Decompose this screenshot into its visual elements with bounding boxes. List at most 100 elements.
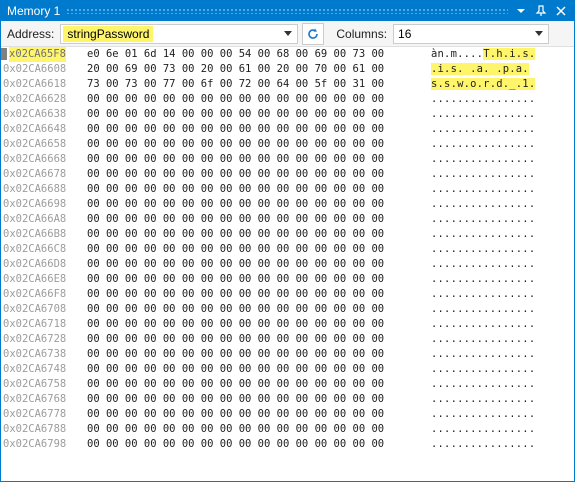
memory-row[interactable]: 0x02CA6608 20 00 69 00 73 00 20 00 61 00 … — [1, 62, 574, 77]
memory-row[interactable]: 0x02CA6778 00 00 00 00 00 00 00 00 00 00 … — [1, 407, 574, 422]
row-ascii[interactable]: ................ — [431, 437, 535, 452]
columns-dropdown-icon[interactable] — [534, 29, 544, 39]
row-ascii[interactable]: ................ — [431, 302, 535, 317]
row-hex-bytes[interactable]: 00 00 00 00 00 00 00 00 00 00 00 00 00 0… — [87, 212, 384, 227]
memory-row[interactable]: 0x02CA6798 00 00 00 00 00 00 00 00 00 00 … — [1, 437, 574, 452]
row-hex-bytes[interactable]: 00 00 00 00 00 00 00 00 00 00 00 00 00 0… — [87, 287, 384, 302]
memory-row[interactable]: x02CA65F8 e0 6e 01 6d 14 00 00 00 54 00 6… — [1, 47, 574, 62]
row-hex-bytes[interactable]: 20 00 69 00 73 00 20 00 61 00 20 00 70 0… — [87, 62, 384, 77]
row-ascii[interactable]: ................ — [431, 377, 535, 392]
memory-row[interactable]: 0x02CA6698 00 00 00 00 00 00 00 00 00 00 … — [1, 197, 574, 212]
toolbar: Address: stringPassword Columns: 16 — [1, 21, 574, 47]
memory-row[interactable]: 0x02CA66A8 00 00 00 00 00 00 00 00 00 00 … — [1, 212, 574, 227]
row-ascii[interactable]: ................ — [431, 137, 535, 152]
memory-row[interactable]: 0x02CA6628 00 00 00 00 00 00 00 00 00 00 … — [1, 92, 574, 107]
row-ascii[interactable]: ................ — [431, 227, 535, 242]
row-hex-bytes[interactable]: 00 00 00 00 00 00 00 00 00 00 00 00 00 0… — [87, 392, 384, 407]
row-hex-bytes[interactable]: 00 00 00 00 00 00 00 00 00 00 00 00 00 0… — [87, 227, 384, 242]
row-ascii[interactable]: ................ — [431, 197, 535, 212]
row-ascii[interactable]: ................ — [431, 422, 535, 437]
memory-row[interactable]: 0x02CA66B8 00 00 00 00 00 00 00 00 00 00 … — [1, 227, 574, 242]
row-ascii[interactable]: ................ — [431, 92, 535, 107]
address-value[interactable]: stringPassword — [63, 25, 154, 42]
row-ascii[interactable]: ................ — [431, 152, 535, 167]
memory-row[interactable]: 0x02CA66F8 00 00 00 00 00 00 00 00 00 00 … — [1, 287, 574, 302]
memory-row[interactable]: 0x02CA6728 00 00 00 00 00 00 00 00 00 00 … — [1, 332, 574, 347]
row-ascii[interactable]: ................ — [431, 272, 535, 287]
row-address: 0x02CA6618 — [3, 78, 67, 90]
row-ascii[interactable]: ................ — [431, 287, 535, 302]
row-hex-bytes[interactable]: 00 00 00 00 00 00 00 00 00 00 00 00 00 0… — [87, 347, 384, 362]
row-hex-bytes[interactable]: 00 00 00 00 00 00 00 00 00 00 00 00 00 0… — [87, 197, 384, 212]
row-ascii[interactable]: ................ — [431, 392, 535, 407]
row-ascii[interactable]: ................ — [431, 362, 535, 377]
row-ascii[interactable]: ................ — [431, 167, 535, 182]
row-ascii[interactable]: ................ — [431, 317, 535, 332]
row-ascii[interactable]: ................ — [431, 347, 535, 362]
memory-row[interactable]: 0x02CA6748 00 00 00 00 00 00 00 00 00 00 … — [1, 362, 574, 377]
row-ascii[interactable]: .i.s. .a. .p.a. — [431, 62, 529, 77]
row-address: 0x02CA6798 — [3, 438, 67, 450]
row-hex-bytes[interactable]: 00 00 00 00 00 00 00 00 00 00 00 00 00 0… — [87, 152, 384, 167]
row-hex-bytes[interactable]: 00 00 00 00 00 00 00 00 00 00 00 00 00 0… — [87, 182, 384, 197]
refresh-button[interactable] — [302, 22, 325, 45]
row-hex-bytes[interactable]: 00 00 00 00 00 00 00 00 00 00 00 00 00 0… — [87, 167, 384, 182]
row-ascii[interactable]: ................ — [431, 332, 535, 347]
memory-row[interactable]: 0x02CA6788 00 00 00 00 00 00 00 00 00 00 … — [1, 422, 574, 437]
row-hex-bytes[interactable]: 00 00 00 00 00 00 00 00 00 00 00 00 00 0… — [87, 302, 384, 317]
row-hex-bytes[interactable]: 00 00 00 00 00 00 00 00 00 00 00 00 00 0… — [87, 317, 384, 332]
memory-row[interactable]: 0x02CA66C8 00 00 00 00 00 00 00 00 00 00 … — [1, 242, 574, 257]
row-ascii[interactable]: ................ — [431, 212, 535, 227]
row-ascii[interactable]: ................ — [431, 242, 535, 257]
row-hex-bytes[interactable]: 00 00 00 00 00 00 00 00 00 00 00 00 00 0… — [87, 437, 384, 452]
row-hex-bytes[interactable]: 00 00 00 00 00 00 00 00 00 00 00 00 00 0… — [87, 92, 384, 107]
row-ascii[interactable]: ................ — [431, 407, 535, 422]
memory-row[interactable]: 0x02CA6768 00 00 00 00 00 00 00 00 00 00 … — [1, 392, 574, 407]
row-hex-bytes[interactable]: 00 00 00 00 00 00 00 00 00 00 00 00 00 0… — [87, 242, 384, 257]
memory-row[interactable]: 0x02CA6678 00 00 00 00 00 00 00 00 00 00 … — [1, 167, 574, 182]
dropdown-icon[interactable] — [514, 4, 528, 18]
ascii-text: ................ — [431, 198, 536, 210]
row-hex-bytes[interactable]: 00 00 00 00 00 00 00 00 00 00 00 00 00 0… — [87, 107, 384, 122]
row-ascii[interactable]: àn.m....T.h.i.s. — [431, 47, 536, 62]
address-dropdown-icon[interactable] — [283, 29, 293, 39]
memory-grid[interactable]: x02CA65F8 e0 6e 01 6d 14 00 00 00 54 00 6… — [1, 47, 574, 481]
memory-row[interactable]: 0x02CA6688 00 00 00 00 00 00 00 00 00 00 … — [1, 182, 574, 197]
memory-row[interactable]: 0x02CA6648 00 00 00 00 00 00 00 00 00 00 … — [1, 122, 574, 137]
row-hex-bytes[interactable]: 00 00 00 00 00 00 00 00 00 00 00 00 00 0… — [87, 362, 384, 377]
row-hex-bytes[interactable]: 00 00 00 00 00 00 00 00 00 00 00 00 00 0… — [87, 257, 384, 272]
memory-row[interactable]: 0x02CA6618 73 00 73 00 77 00 6f 00 72 00 … — [1, 77, 574, 92]
memory-row[interactable]: 0x02CA6658 00 00 00 00 00 00 00 00 00 00 … — [1, 137, 574, 152]
row-hex-bytes[interactable]: 00 00 00 00 00 00 00 00 00 00 00 00 00 0… — [87, 377, 384, 392]
row-hex-bytes[interactable]: 73 00 73 00 77 00 6f 00 72 00 64 00 5f 0… — [87, 77, 384, 92]
title-grip[interactable] — [66, 8, 508, 14]
row-address: 0x02CA66D8 — [3, 258, 67, 270]
memory-row[interactable]: 0x02CA6738 00 00 00 00 00 00 00 00 00 00 … — [1, 347, 574, 362]
columns-select[interactable]: 16 — [393, 23, 550, 44]
row-hex-bytes[interactable]: e0 6e 01 6d 14 00 00 00 54 00 68 00 69 0… — [87, 47, 384, 62]
memory-row[interactable]: 0x02CA6758 00 00 00 00 00 00 00 00 00 00 … — [1, 377, 574, 392]
row-ascii[interactable]: ................ — [431, 107, 535, 122]
row-address: 0x02CA6678 — [3, 168, 67, 180]
memory-row[interactable]: 0x02CA6638 00 00 00 00 00 00 00 00 00 00 … — [1, 107, 574, 122]
row-hex-bytes[interactable]: 00 00 00 00 00 00 00 00 00 00 00 00 00 0… — [87, 122, 384, 137]
row-hex-bytes[interactable]: 00 00 00 00 00 00 00 00 00 00 00 00 00 0… — [87, 422, 384, 437]
row-hex-bytes[interactable]: 00 00 00 00 00 00 00 00 00 00 00 00 00 0… — [87, 332, 384, 347]
memory-row[interactable]: 0x02CA6718 00 00 00 00 00 00 00 00 00 00 … — [1, 317, 574, 332]
row-ascii[interactable]: s.s.w.o.r.d._.1. — [431, 77, 536, 92]
row-hex-bytes[interactable]: 00 00 00 00 00 00 00 00 00 00 00 00 00 0… — [87, 137, 384, 152]
row-ascii[interactable]: ................ — [431, 122, 535, 137]
close-icon[interactable] — [554, 4, 568, 18]
pin-icon[interactable] — [534, 4, 548, 18]
memory-row[interactable]: 0x02CA66D8 00 00 00 00 00 00 00 00 00 00 … — [1, 257, 574, 272]
row-ascii[interactable]: ................ — [431, 257, 535, 272]
memory-row[interactable]: 0x02CA6708 00 00 00 00 00 00 00 00 00 00 … — [1, 302, 574, 317]
memory-row[interactable]: 0x02CA6668 00 00 00 00 00 00 00 00 00 00 … — [1, 152, 574, 167]
memory-row[interactable]: 0x02CA66E8 00 00 00 00 00 00 00 00 00 00 … — [1, 272, 574, 287]
address-input[interactable]: stringPassword — [60, 23, 299, 44]
row-hex-bytes[interactable]: 00 00 00 00 00 00 00 00 00 00 00 00 00 0… — [87, 272, 384, 287]
title-bar[interactable]: Memory 1 — [1, 1, 574, 21]
row-hex-bytes[interactable]: 00 00 00 00 00 00 00 00 00 00 00 00 00 0… — [87, 407, 384, 422]
row-ascii[interactable]: ................ — [431, 182, 535, 197]
row-address: 0x02CA66E8 — [3, 273, 67, 285]
